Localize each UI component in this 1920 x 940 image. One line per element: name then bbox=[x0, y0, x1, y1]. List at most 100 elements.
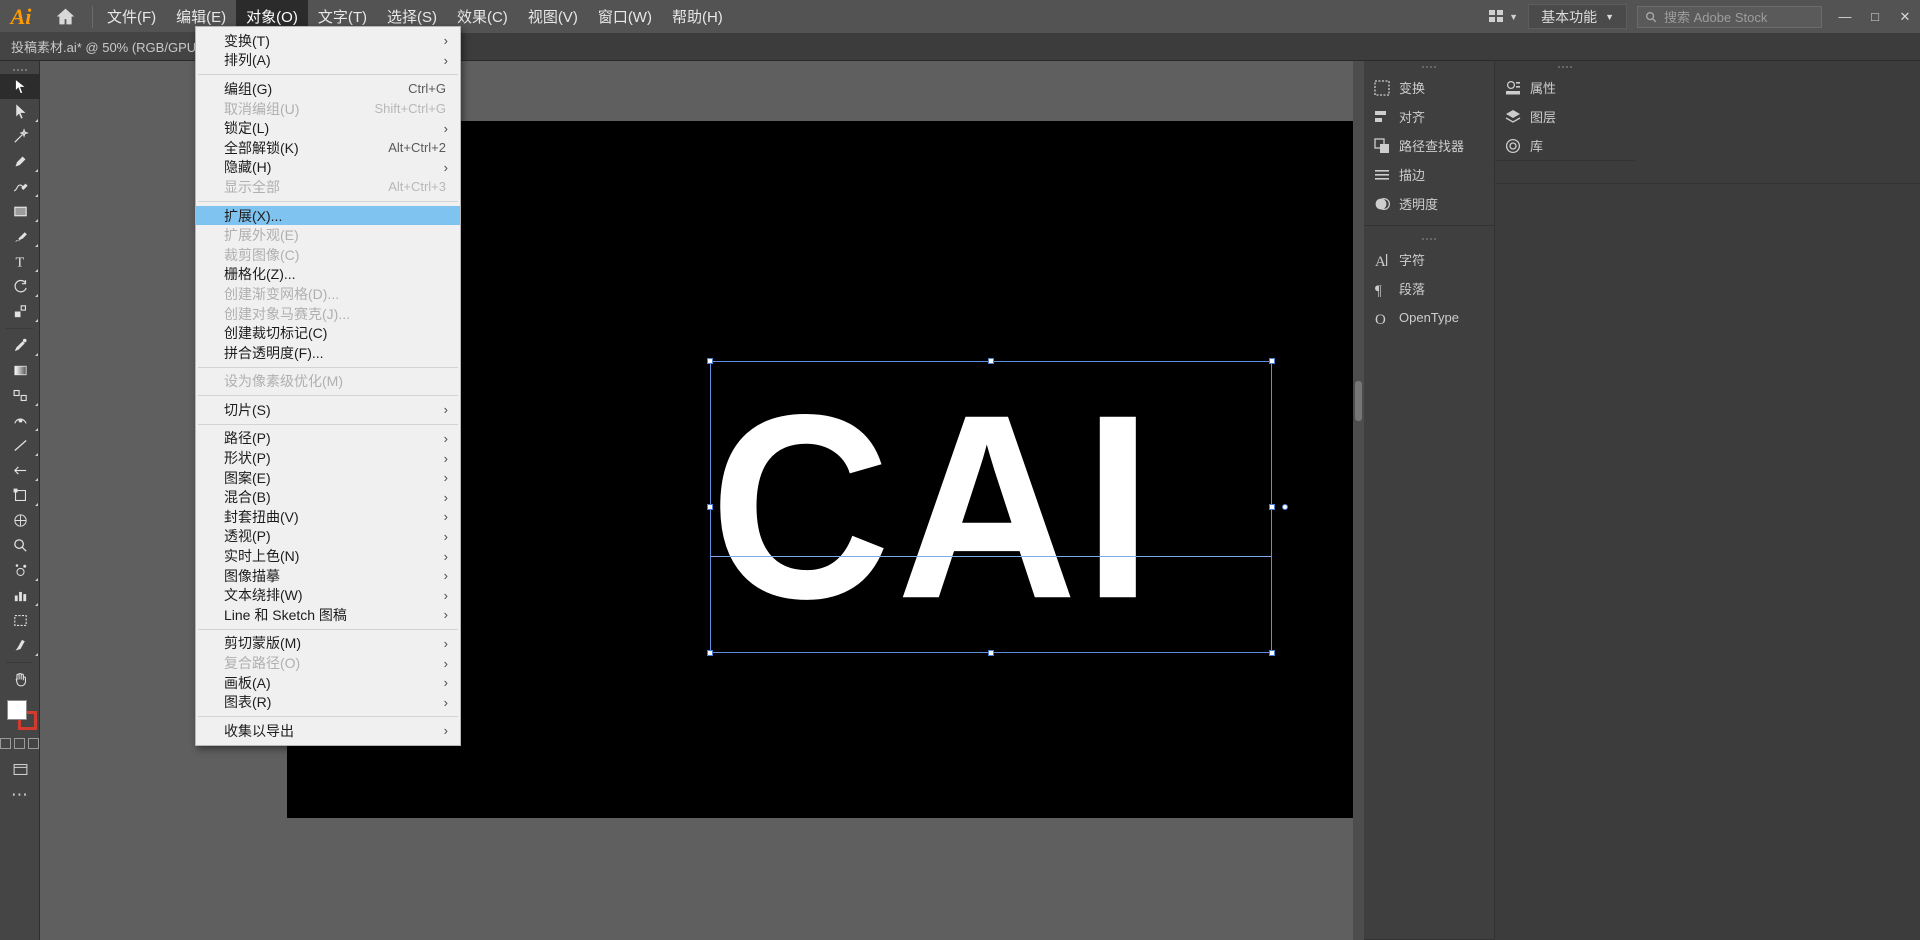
menubar-item-6[interactable]: 视图(V) bbox=[518, 0, 588, 33]
menu-option-1-4[interactable]: 隐藏(H)› bbox=[196, 158, 460, 178]
hand-tool[interactable] bbox=[0, 667, 40, 692]
menu-option-6-3[interactable]: 图表(R)› bbox=[196, 692, 460, 712]
menu-option-4-0[interactable]: 切片(S)› bbox=[196, 400, 460, 420]
workspace-switcher[interactable]: 基本功能 ▼ bbox=[1528, 4, 1627, 29]
menu-option-2-0[interactable]: 扩展(X)... bbox=[196, 206, 460, 226]
more-tools-button[interactable]: ⋯ bbox=[0, 782, 40, 807]
handle-bottom-center[interactable] bbox=[988, 650, 994, 656]
panel-item-stroke[interactable]: 描边 bbox=[1364, 160, 1494, 189]
artboard-tool[interactable] bbox=[0, 608, 40, 633]
rotate-tool[interactable] bbox=[0, 274, 40, 299]
selection-bounding-box[interactable] bbox=[710, 361, 1272, 653]
curvature-tool[interactable] bbox=[0, 174, 40, 199]
canvas-vertical-scrollbar[interactable] bbox=[1353, 61, 1364, 940]
screen-mode-button[interactable] bbox=[0, 757, 40, 782]
zoom-tool[interactable] bbox=[0, 533, 40, 558]
column-graph-tool[interactable] bbox=[0, 583, 40, 608]
panel-item-transform[interactable]: 变换 bbox=[1364, 73, 1494, 102]
menu-option-5-4[interactable]: 封套扭曲(V)› bbox=[196, 507, 460, 527]
menu-option-5-3[interactable]: 混合(B)› bbox=[196, 487, 460, 507]
magic-wand-tool[interactable] bbox=[0, 124, 40, 149]
shaper-tool[interactable] bbox=[0, 408, 40, 433]
panel-item-library[interactable]: 库 bbox=[1495, 131, 1635, 160]
selection-tool[interactable] bbox=[0, 74, 40, 99]
menu-option-0-1[interactable]: 排列(A)› bbox=[196, 51, 460, 71]
arrange-documents-button[interactable]: ▼ bbox=[1479, 10, 1528, 23]
fill-stroke-swatches[interactable] bbox=[7, 700, 37, 730]
panel-grip-2[interactable] bbox=[1364, 233, 1494, 245]
anchor-point-indicator[interactable] bbox=[1282, 504, 1288, 510]
menu-option-6-0[interactable]: 剪切蒙版(M)› bbox=[196, 634, 460, 654]
panel-item-properties[interactable]: 属性 bbox=[1495, 73, 1635, 102]
panel-item-paragraph[interactable]: ¶段落 bbox=[1364, 274, 1494, 303]
menu-option-5-6[interactable]: 实时上色(N)› bbox=[196, 546, 460, 566]
menubar-item-8[interactable]: 帮助(H) bbox=[662, 0, 733, 33]
handle-bottom-right[interactable] bbox=[1269, 650, 1275, 656]
tools-panel-grip[interactable] bbox=[0, 65, 39, 74]
menubar-item-0[interactable]: 文件(F) bbox=[97, 0, 166, 33]
type-tool[interactable]: T bbox=[0, 249, 40, 274]
menu-option-5-7[interactable]: 图像描摹› bbox=[196, 566, 460, 586]
maximize-button[interactable]: □ bbox=[1860, 0, 1890, 33]
object-menu-dropdown[interactable]: 变换(T)›排列(A)›编组(G)Ctrl+G取消编组(U)Shift+Ctrl… bbox=[195, 26, 461, 746]
width-tool[interactable] bbox=[0, 458, 40, 483]
handle-middle-right[interactable] bbox=[1269, 504, 1275, 510]
menu-option-5-5[interactable]: 透视(P)› bbox=[196, 527, 460, 547]
menu-option-2-3[interactable]: 栅格化(Z)... bbox=[196, 265, 460, 285]
panel-item-pathfinder[interactable]: 路径查找器 bbox=[1364, 131, 1494, 160]
flyout-indicator-icon bbox=[35, 403, 38, 406]
menu-option-1-0[interactable]: 编组(G)Ctrl+G bbox=[196, 79, 460, 99]
menu-option-1-5: 显示全部Alt+Ctrl+3 bbox=[196, 177, 460, 197]
panel-grip-3[interactable] bbox=[1495, 61, 1635, 73]
panel-item-character[interactable]: A字符 bbox=[1364, 245, 1494, 274]
menu-option-2-6[interactable]: 创建裁切标记(C) bbox=[196, 323, 460, 343]
panel-item-align[interactable]: 对齐 bbox=[1364, 102, 1494, 131]
rectangle-tool[interactable] bbox=[0, 199, 40, 224]
handle-top-left[interactable] bbox=[707, 358, 713, 364]
minimize-button[interactable]: — bbox=[1830, 0, 1860, 33]
eyedropper-tool[interactable] bbox=[0, 333, 40, 358]
menu-option-0-0[interactable]: 变换(T)› bbox=[196, 31, 460, 51]
handle-top-center[interactable] bbox=[988, 358, 994, 364]
menubar-item-7[interactable]: 窗口(W) bbox=[588, 0, 662, 33]
menu-option-1-3[interactable]: 全部解锁(K)Alt+Ctrl+2 bbox=[196, 138, 460, 158]
panel-item-transparency[interactable]: 透明度 bbox=[1364, 189, 1494, 218]
blend-tool[interactable] bbox=[0, 383, 40, 408]
panel-item-layers[interactable]: 图层 bbox=[1495, 102, 1635, 131]
chevron-right-icon: › bbox=[444, 471, 448, 484]
color-button[interactable] bbox=[0, 738, 11, 749]
free-transform-tool[interactable] bbox=[0, 483, 40, 508]
close-window-button[interactable]: ✕ bbox=[1890, 0, 1920, 33]
slice-tool[interactable] bbox=[0, 633, 40, 658]
handle-bottom-left[interactable] bbox=[707, 650, 713, 656]
symbol-sprayer-tool[interactable] bbox=[0, 558, 40, 583]
menu-option-5-9[interactable]: Line 和 Sketch 图稿› bbox=[196, 605, 460, 625]
home-icon[interactable] bbox=[42, 0, 88, 33]
gradient-button[interactable] bbox=[14, 738, 25, 749]
menu-option-5-2[interactable]: 图案(E)› bbox=[196, 468, 460, 488]
handle-middle-left[interactable] bbox=[707, 504, 713, 510]
paintbrush-tool[interactable] bbox=[0, 224, 40, 249]
panel-item-label: 字符 bbox=[1399, 250, 1425, 269]
panel-grip[interactable] bbox=[1364, 61, 1494, 73]
handle-top-right[interactable] bbox=[1269, 358, 1275, 364]
none-button[interactable] bbox=[28, 738, 39, 749]
scale-tool[interactable] bbox=[0, 299, 40, 324]
menu-option-2-7[interactable]: 拼合透明度(F)... bbox=[196, 343, 460, 363]
line-segment-tool[interactable] bbox=[0, 433, 40, 458]
fill-swatch[interactable] bbox=[7, 700, 27, 720]
adobe-stock-search[interactable]: 搜索 Adobe Stock bbox=[1637, 6, 1822, 28]
flyout-indicator-icon bbox=[35, 119, 38, 122]
menu-option-5-0[interactable]: 路径(P)› bbox=[196, 429, 460, 449]
mesh-tool[interactable] bbox=[0, 508, 40, 533]
menu-option-1-2[interactable]: 锁定(L)› bbox=[196, 118, 460, 138]
menu-option-5-8[interactable]: 文本绕排(W)› bbox=[196, 585, 460, 605]
scrollbar-thumb[interactable] bbox=[1355, 381, 1362, 421]
pen-tool[interactable] bbox=[0, 149, 40, 174]
panel-item-opentype[interactable]: OOpenType bbox=[1364, 303, 1494, 332]
menu-option-5-1[interactable]: 形状(P)› bbox=[196, 448, 460, 468]
gradient-tool[interactable] bbox=[0, 358, 40, 383]
direct-selection-tool[interactable] bbox=[0, 99, 40, 124]
menu-option-7-0[interactable]: 收集以导出› bbox=[196, 721, 460, 741]
menu-option-6-2[interactable]: 画板(A)› bbox=[196, 673, 460, 693]
